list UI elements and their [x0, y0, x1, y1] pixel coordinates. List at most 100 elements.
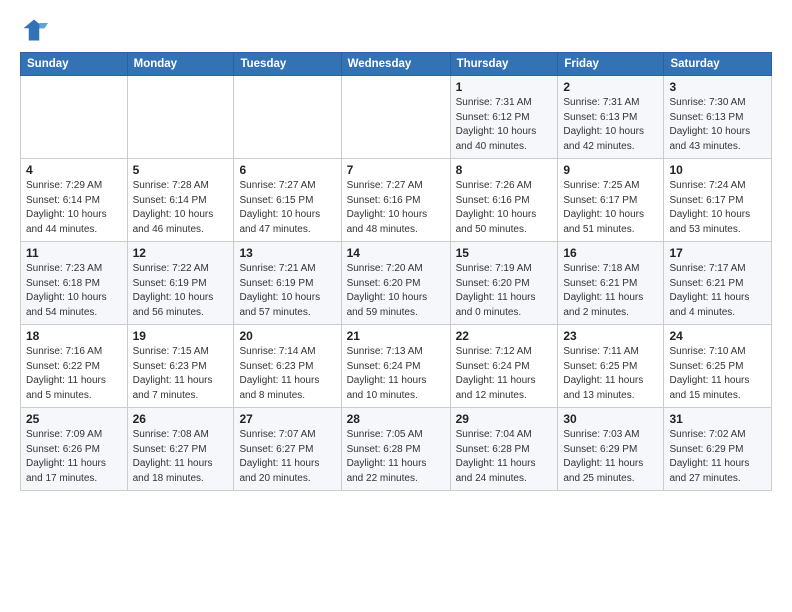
day-number: 25 [26, 412, 122, 426]
day-info: Sunrise: 7:29 AM Sunset: 6:14 PM Dayligh… [26, 179, 122, 237]
weekday-header-row: SundayMondayTuesdayWednesdayThursdayFrid… [21, 53, 772, 76]
day-info: Sunrise: 7:28 AM Sunset: 6:14 PM Dayligh… [133, 179, 229, 237]
day-info: Sunrise: 7:05 AM Sunset: 6:28 PM Dayligh… [347, 428, 445, 486]
day-number: 16 [563, 246, 658, 260]
day-number: 3 [669, 80, 766, 94]
day-number: 11 [26, 246, 122, 260]
day-number: 10 [669, 163, 766, 177]
day-info: Sunrise: 7:30 AM Sunset: 6:13 PM Dayligh… [669, 96, 766, 154]
day-info: Sunrise: 7:14 AM Sunset: 6:23 PM Dayligh… [239, 345, 335, 403]
day-number: 4 [26, 163, 122, 177]
day-info: Sunrise: 7:11 AM Sunset: 6:25 PM Dayligh… [563, 345, 658, 403]
day-number: 1 [456, 80, 553, 94]
day-cell: 18 Sunrise: 7:16 AM Sunset: 6:22 PM Dayli… [21, 325, 128, 408]
day-cell: 12 Sunrise: 7:22 AM Sunset: 6:19 PM Dayli… [127, 242, 234, 325]
day-number: 22 [456, 329, 553, 343]
day-cell [21, 76, 128, 159]
weekday-header-saturday: Saturday [664, 53, 772, 76]
weekday-header-monday: Monday [127, 53, 234, 76]
day-info: Sunrise: 7:17 AM Sunset: 6:21 PM Dayligh… [669, 262, 766, 320]
day-info: Sunrise: 7:31 AM Sunset: 6:13 PM Dayligh… [563, 96, 658, 154]
day-info: Sunrise: 7:27 AM Sunset: 6:15 PM Dayligh… [239, 179, 335, 237]
day-cell: 14 Sunrise: 7:20 AM Sunset: 6:20 PM Dayli… [341, 242, 450, 325]
day-number: 7 [347, 163, 445, 177]
day-info: Sunrise: 7:21 AM Sunset: 6:19 PM Dayligh… [239, 262, 335, 320]
day-info: Sunrise: 7:25 AM Sunset: 6:17 PM Dayligh… [563, 179, 658, 237]
day-cell: 8 Sunrise: 7:26 AM Sunset: 6:16 PM Daylig… [450, 159, 558, 242]
day-cell: 25 Sunrise: 7:09 AM Sunset: 6:26 PM Dayli… [21, 408, 128, 491]
day-cell: 5 Sunrise: 7:28 AM Sunset: 6:14 PM Daylig… [127, 159, 234, 242]
day-number: 21 [347, 329, 445, 343]
logo [20, 16, 52, 44]
day-cell: 6 Sunrise: 7:27 AM Sunset: 6:15 PM Daylig… [234, 159, 341, 242]
day-number: 31 [669, 412, 766, 426]
day-cell: 3 Sunrise: 7:30 AM Sunset: 6:13 PM Daylig… [664, 76, 772, 159]
week-row-4: 18 Sunrise: 7:16 AM Sunset: 6:22 PM Dayli… [21, 325, 772, 408]
day-info: Sunrise: 7:13 AM Sunset: 6:24 PM Dayligh… [347, 345, 445, 403]
day-cell: 9Sunrise: 7:25 AM Sunset: 6:17 PM Daylig… [558, 159, 664, 242]
weekday-header-wednesday: Wednesday [341, 53, 450, 76]
day-number: 5 [133, 163, 229, 177]
day-cell: 30Sunrise: 7:03 AM Sunset: 6:29 PM Dayli… [558, 408, 664, 491]
day-cell: 10 Sunrise: 7:24 AM Sunset: 6:17 PM Dayli… [664, 159, 772, 242]
day-cell: 4 Sunrise: 7:29 AM Sunset: 6:14 PM Daylig… [21, 159, 128, 242]
day-cell: 31 Sunrise: 7:02 AM Sunset: 6:29 PM Dayli… [664, 408, 772, 491]
day-cell: 20 Sunrise: 7:14 AM Sunset: 6:23 PM Dayli… [234, 325, 341, 408]
day-number: 8 [456, 163, 553, 177]
day-number: 23 [563, 329, 658, 343]
logo-icon [20, 16, 48, 44]
day-cell: 16 Sunrise: 7:18 AM Sunset: 6:21 PM Dayli… [558, 242, 664, 325]
day-cell: 19Sunrise: 7:15 AM Sunset: 6:23 PM Dayli… [127, 325, 234, 408]
day-number: 24 [669, 329, 766, 343]
day-number: 17 [669, 246, 766, 260]
week-row-2: 4 Sunrise: 7:29 AM Sunset: 6:14 PM Daylig… [21, 159, 772, 242]
day-info: Sunrise: 7:02 AM Sunset: 6:29 PM Dayligh… [669, 428, 766, 486]
day-info: Sunrise: 7:03 AM Sunset: 6:29 PM Dayligh… [563, 428, 658, 486]
day-number: 12 [133, 246, 229, 260]
day-number: 18 [26, 329, 122, 343]
day-number: 15 [456, 246, 553, 260]
week-row-3: 11 Sunrise: 7:23 AM Sunset: 6:18 PM Dayli… [21, 242, 772, 325]
day-info: Sunrise: 7:23 AM Sunset: 6:18 PM Dayligh… [26, 262, 122, 320]
day-number: 26 [133, 412, 229, 426]
day-cell: 7 Sunrise: 7:27 AM Sunset: 6:16 PM Daylig… [341, 159, 450, 242]
day-number: 14 [347, 246, 445, 260]
day-number: 13 [239, 246, 335, 260]
day-info: Sunrise: 7:26 AM Sunset: 6:16 PM Dayligh… [456, 179, 553, 237]
day-info: Sunrise: 7:27 AM Sunset: 6:16 PM Dayligh… [347, 179, 445, 237]
day-info: Sunrise: 7:20 AM Sunset: 6:20 PM Dayligh… [347, 262, 445, 320]
day-cell: 26 Sunrise: 7:08 AM Sunset: 6:27 PM Dayli… [127, 408, 234, 491]
day-info: Sunrise: 7:07 AM Sunset: 6:27 PM Dayligh… [239, 428, 335, 486]
day-info: Sunrise: 7:31 AM Sunset: 6:12 PM Dayligh… [456, 96, 553, 154]
day-cell: 17 Sunrise: 7:17 AM Sunset: 6:21 PM Dayli… [664, 242, 772, 325]
day-info: Sunrise: 7:08 AM Sunset: 6:27 PM Dayligh… [133, 428, 229, 486]
day-info: Sunrise: 7:09 AM Sunset: 6:26 PM Dayligh… [26, 428, 122, 486]
calendar: SundayMondayTuesdayWednesdayThursdayFrid… [20, 52, 772, 491]
day-info: Sunrise: 7:10 AM Sunset: 6:25 PM Dayligh… [669, 345, 766, 403]
day-cell: 29 Sunrise: 7:04 AM Sunset: 6:28 PM Dayli… [450, 408, 558, 491]
day-cell: 1 Sunrise: 7:31 AM Sunset: 6:12 PM Daylig… [450, 76, 558, 159]
day-cell: 27 Sunrise: 7:07 AM Sunset: 6:27 PM Dayli… [234, 408, 341, 491]
day-number: 29 [456, 412, 553, 426]
day-number: 2 [563, 80, 658, 94]
weekday-header-thursday: Thursday [450, 53, 558, 76]
day-cell: 24 Sunrise: 7:10 AM Sunset: 6:25 PM Dayli… [664, 325, 772, 408]
day-number: 6 [239, 163, 335, 177]
day-cell [127, 76, 234, 159]
week-row-1: 1 Sunrise: 7:31 AM Sunset: 6:12 PM Daylig… [21, 76, 772, 159]
day-cell: 21 Sunrise: 7:13 AM Sunset: 6:24 PM Dayli… [341, 325, 450, 408]
day-number: 27 [239, 412, 335, 426]
day-cell [234, 76, 341, 159]
day-info: Sunrise: 7:12 AM Sunset: 6:24 PM Dayligh… [456, 345, 553, 403]
header [20, 16, 772, 44]
week-row-5: 25 Sunrise: 7:09 AM Sunset: 6:26 PM Dayli… [21, 408, 772, 491]
day-number: 20 [239, 329, 335, 343]
day-number: 19 [133, 329, 229, 343]
day-info: Sunrise: 7:16 AM Sunset: 6:22 PM Dayligh… [26, 345, 122, 403]
day-info: Sunrise: 7:04 AM Sunset: 6:28 PM Dayligh… [456, 428, 553, 486]
page: SundayMondayTuesdayWednesdayThursdayFrid… [0, 0, 792, 507]
day-info: Sunrise: 7:18 AM Sunset: 6:21 PM Dayligh… [563, 262, 658, 320]
day-info: Sunrise: 7:22 AM Sunset: 6:19 PM Dayligh… [133, 262, 229, 320]
day-cell: 11 Sunrise: 7:23 AM Sunset: 6:18 PM Dayli… [21, 242, 128, 325]
day-info: Sunrise: 7:24 AM Sunset: 6:17 PM Dayligh… [669, 179, 766, 237]
